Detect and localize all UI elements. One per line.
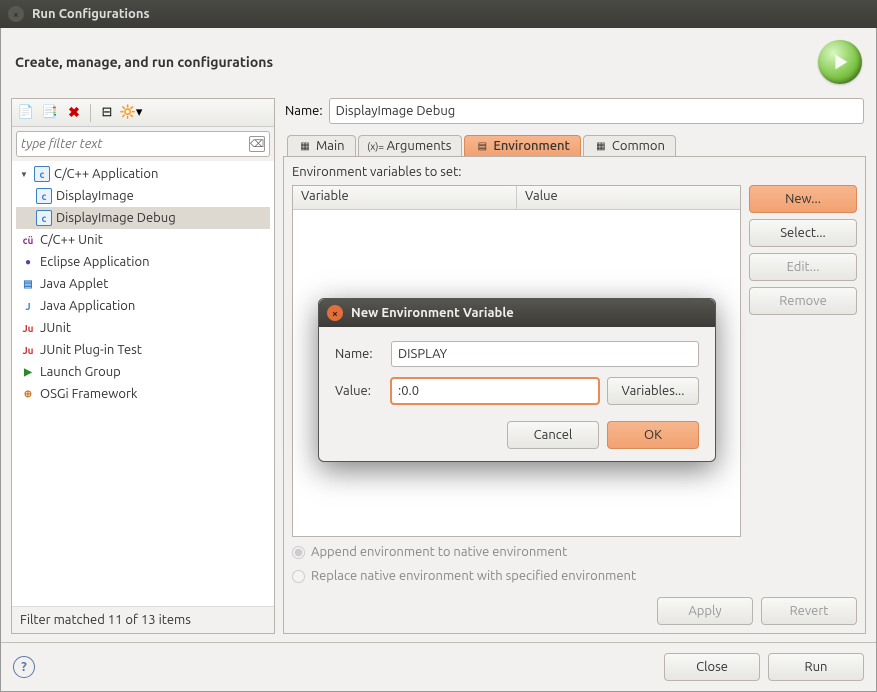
tree-item-icon: cü bbox=[20, 232, 36, 248]
radio-append-input bbox=[292, 546, 305, 559]
env-section-label: Environment variables to set: bbox=[292, 165, 857, 179]
tree-item-label: Java Application bbox=[40, 299, 135, 313]
duplicate-config-icon[interactable]: 📑 bbox=[40, 103, 60, 123]
toolbar-separator bbox=[90, 104, 91, 122]
config-tree[interactable]: cC/C++ ApplicationcDisplayImagecDisplayI… bbox=[12, 161, 274, 606]
tree-item-label: DisplayImage Debug bbox=[56, 211, 176, 225]
tree-item-label: OSGi Framework bbox=[40, 387, 137, 401]
variables-button[interactable]: Variables... bbox=[607, 377, 699, 405]
dialog-title: New Environment Variable bbox=[351, 306, 514, 320]
tree-child-item[interactable]: c DisplayImage bbox=[16, 185, 270, 207]
tab-common[interactable]: ▦ Common bbox=[583, 135, 676, 156]
config-name-input[interactable] bbox=[329, 98, 864, 124]
name-label: Name: bbox=[285, 104, 323, 118]
revert-button: Revert bbox=[761, 597, 857, 625]
tree-item-icon: c bbox=[36, 188, 52, 204]
left-toolbar: 📄 📑 ✖ ⊟ 🔆▾ bbox=[12, 99, 274, 127]
tree-item-icon: ⊕ bbox=[20, 386, 36, 402]
run-icon bbox=[818, 40, 862, 84]
filter-icon[interactable]: 🔆▾ bbox=[121, 103, 141, 123]
apply-button: Apply bbox=[657, 597, 753, 625]
radio-append: Append environment to native environment bbox=[292, 545, 857, 559]
tab-icon: ▦ bbox=[298, 139, 312, 153]
window-title: Run Configurations bbox=[32, 7, 150, 21]
tree-item-icon: ● bbox=[20, 254, 36, 270]
run-button[interactable]: Run bbox=[768, 653, 864, 681]
tree-item-label: JUnit Plug-in Test bbox=[40, 343, 142, 357]
dialog-ok-button[interactable]: OK bbox=[607, 421, 699, 449]
filter-match-text: Filter matched 11 of 13 items bbox=[12, 606, 274, 633]
help-icon[interactable]: ? bbox=[13, 656, 35, 678]
tree-item[interactable]: ▤ Java Applet bbox=[16, 273, 270, 295]
env-name-input[interactable] bbox=[391, 341, 699, 367]
remove-env-button: Remove bbox=[749, 287, 857, 315]
tab-arguments[interactable]: (x)= Arguments bbox=[358, 135, 463, 156]
tab-label: Arguments bbox=[387, 139, 452, 153]
tree-item[interactable]: J Java Application bbox=[16, 295, 270, 317]
tree-item-label: JUnit bbox=[40, 321, 71, 335]
tree-item-icon: c bbox=[34, 166, 50, 182]
radio-replace: Replace native environment with specifie… bbox=[292, 569, 857, 583]
tab-main[interactable]: ▦ Main bbox=[287, 135, 356, 156]
tree-item[interactable]: Ju JUnit bbox=[16, 317, 270, 339]
collapse-all-icon[interactable]: ⊟ bbox=[97, 103, 117, 123]
window-titlebar: × Run Configurations bbox=[0, 0, 877, 28]
tree-item-icon: J bbox=[20, 298, 36, 314]
delete-config-icon[interactable]: ✖ bbox=[64, 103, 84, 123]
edit-env-button: Edit... bbox=[749, 253, 857, 281]
radio-replace-input bbox=[292, 570, 305, 583]
tree-child-item[interactable]: c DisplayImage Debug bbox=[16, 207, 270, 229]
new-config-icon[interactable]: 📄 bbox=[16, 103, 36, 123]
close-button[interactable]: Close bbox=[664, 653, 760, 681]
tree-item[interactable]: Ju JUnit Plug-in Test bbox=[16, 339, 270, 361]
tree-item[interactable]: ▶ Launch Group bbox=[16, 361, 270, 383]
tree-item-label: Launch Group bbox=[40, 365, 121, 379]
tab-icon: (x)= bbox=[369, 139, 383, 153]
tree-item-icon: Ju bbox=[20, 320, 36, 336]
tab-label: Common bbox=[612, 139, 665, 153]
tab-icon: ▤ bbox=[475, 139, 489, 153]
tab-bar: ▦ Main (x)= Arguments ▤ Environment ▦ Common bbox=[283, 130, 866, 156]
tab-icon: ▦ bbox=[594, 139, 608, 153]
table-header-variable: Variable bbox=[293, 186, 517, 209]
tab-environment[interactable]: ▤ Environment bbox=[464, 135, 580, 156]
tree-item-icon: c bbox=[36, 210, 52, 226]
select-env-button[interactable]: Select... bbox=[749, 219, 857, 247]
tree-item-label: DisplayImage bbox=[56, 189, 134, 203]
clear-filter-icon[interactable]: ⌫ bbox=[249, 136, 265, 152]
window-close-icon[interactable]: × bbox=[8, 6, 24, 22]
dialog-close-icon[interactable]: × bbox=[327, 305, 343, 321]
dialog-cancel-button[interactable]: Cancel bbox=[507, 421, 599, 449]
new-env-button[interactable]: New... bbox=[749, 185, 857, 213]
env-value-input[interactable] bbox=[391, 378, 599, 404]
tab-label: Environment bbox=[493, 139, 569, 153]
tree-item[interactable]: ● Eclipse Application bbox=[16, 251, 270, 273]
tree-item-icon: ▤ bbox=[20, 276, 36, 292]
filter-input[interactable] bbox=[21, 137, 249, 151]
filter-input-wrap: ⌫ bbox=[16, 131, 270, 157]
tree-item-icon: Ju bbox=[20, 342, 36, 358]
env-value-label: Value: bbox=[335, 384, 383, 398]
env-name-label: Name: bbox=[335, 347, 383, 361]
tree-item-label: Java Applet bbox=[40, 277, 108, 291]
tree-item-label: C/C++ Application bbox=[54, 167, 158, 181]
new-env-variable-dialog: × New Environment Variable Name: Value: … bbox=[318, 298, 716, 462]
tree-item[interactable]: cü C/C++ Unit bbox=[16, 229, 270, 251]
tree-item[interactable]: ⊕ OSGi Framework bbox=[16, 383, 270, 405]
table-header-value: Value bbox=[517, 186, 740, 209]
tab-label: Main bbox=[316, 139, 345, 153]
page-title: Create, manage, and run configurations bbox=[15, 54, 273, 70]
tree-item-label: Eclipse Application bbox=[40, 255, 150, 269]
tree-item-label: C/C++ Unit bbox=[40, 233, 103, 247]
tree-item[interactable]: c C/C++ Application bbox=[16, 163, 270, 185]
tree-item-icon: ▶ bbox=[20, 364, 36, 380]
left-panel: 📄 📑 ✖ ⊟ 🔆▾ ⌫ cC/C++ ApplicationcDisplayI… bbox=[11, 98, 275, 634]
